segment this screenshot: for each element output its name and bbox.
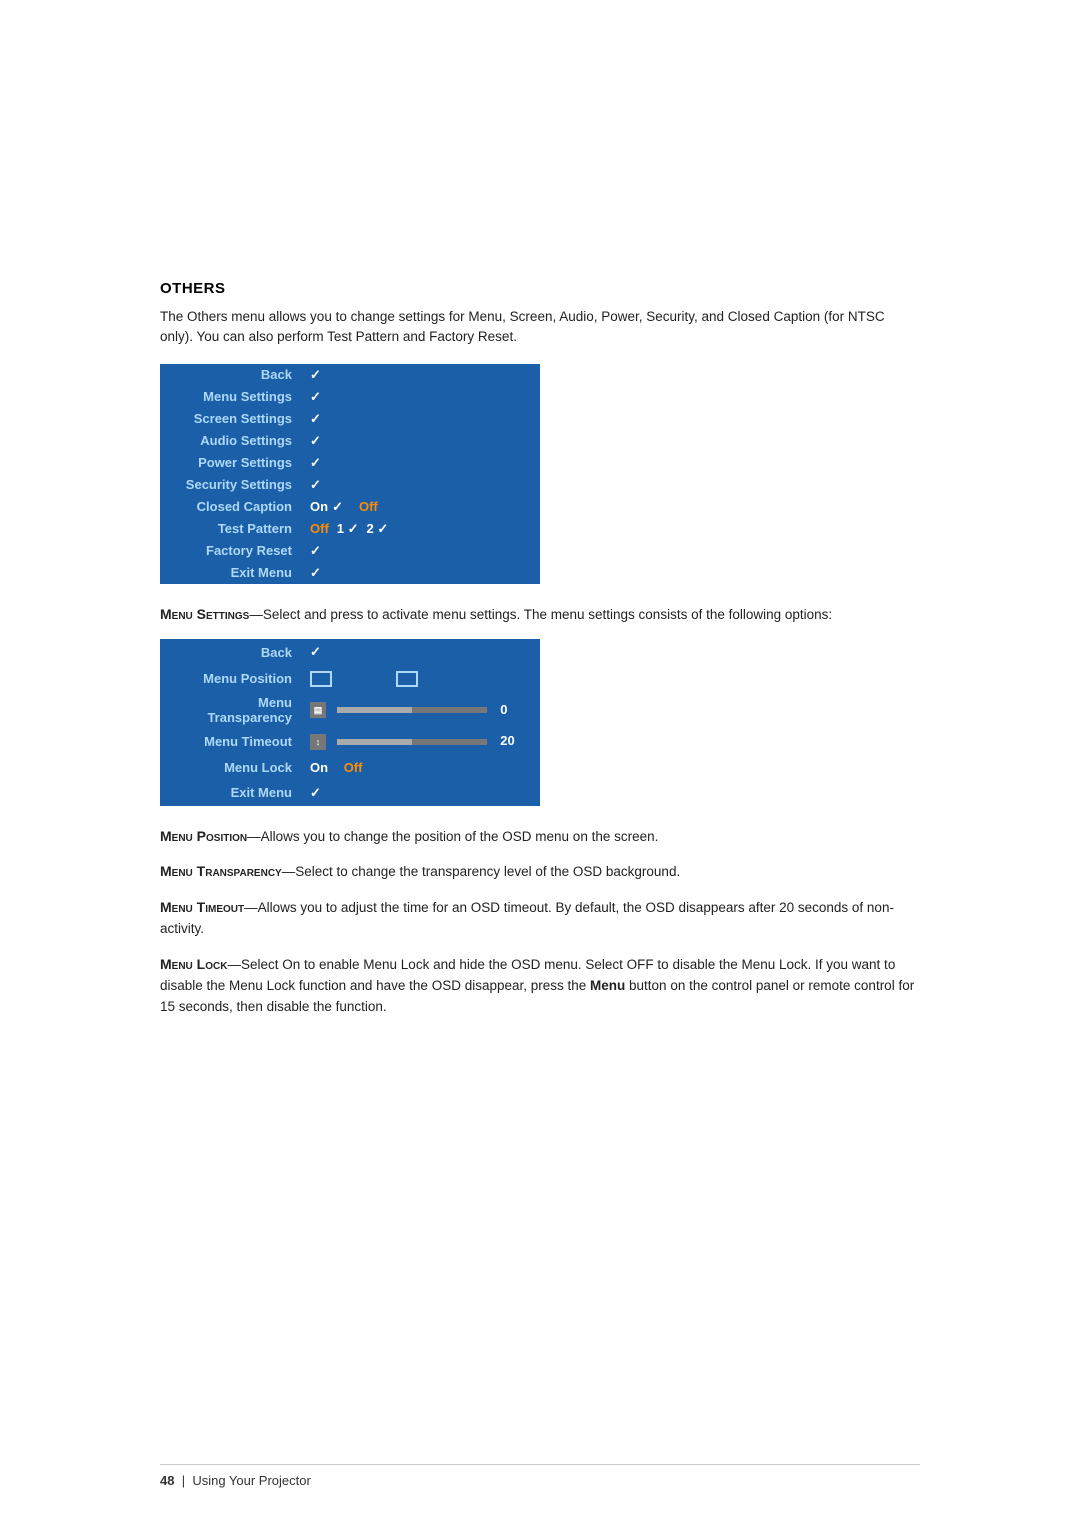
menu-settings-intro-text: —Select and press to activate menu setti… — [249, 607, 832, 622]
row-label: Test Pattern — [160, 518, 300, 540]
row-label: Security Settings — [160, 474, 300, 496]
desc-menu-transparency: Menu Transparency—Select to change the t… — [160, 861, 920, 883]
table-row: Menu Lock On Off — [160, 755, 540, 780]
row-label: Menu Lock — [160, 755, 300, 780]
term-menu-transparency: Menu Transparency — [160, 863, 282, 879]
text-menu-lock: —Select On to enable Menu Lock and hide … — [160, 957, 914, 1014]
text-menu-timeout: —Allows you to adjust the time for an OS… — [160, 900, 894, 936]
table-row: Audio Settings✓ — [160, 430, 540, 452]
footer-text: Using Your Projector — [192, 1473, 311, 1488]
row-value: ✓ — [300, 452, 540, 474]
row-value: On✓Off — [300, 496, 540, 518]
row-value: ✓ — [300, 474, 540, 496]
table-row: Exit Menu✓ — [160, 780, 540, 806]
table-row: Exit Menu✓ — [160, 562, 540, 584]
row-label: Audio Settings — [160, 430, 300, 452]
row-value: ✓ — [300, 364, 540, 386]
table-row: Closed CaptionOn✓Off — [160, 496, 540, 518]
menu-settings-intro-para: Menu Settings—Select and press to activa… — [160, 604, 920, 626]
row-label: Exit Menu — [160, 780, 300, 806]
table-row: Security Settings✓ — [160, 474, 540, 496]
table-row: Screen Settings✓ — [160, 408, 540, 430]
row-value: ✓ — [300, 780, 540, 806]
row-label: Menu Position — [160, 665, 300, 692]
section-title: Others — [160, 280, 920, 297]
page-number: 48 — [160, 1473, 174, 1488]
row-label: Menu Settings — [160, 386, 300, 408]
row-value: On Off — [300, 755, 540, 780]
row-value: Off1 ✓2 ✓ — [300, 518, 540, 540]
page-footer: 48 | Using Your Projector — [160, 1464, 920, 1488]
menu-settings-term: Menu Settings — [160, 606, 249, 622]
section-intro: The Others menu allows you to change set… — [160, 307, 920, 348]
menu-settings-table: Back✓Menu Position Menu Transparency ▤ 0… — [160, 639, 540, 805]
table-row: Menu Timeout ↕ 20 — [160, 728, 540, 755]
desc-menu-lock: Menu Lock—Select On to enable Menu Lock … — [160, 954, 920, 1018]
row-value — [300, 665, 540, 692]
row-label: Menu Timeout — [160, 728, 300, 755]
row-value: ✓ — [300, 408, 540, 430]
desc-menu-timeout: Menu Timeout—Allows you to adjust the ti… — [160, 897, 920, 940]
desc-menu-position: Menu Position—Allows you to change the p… — [160, 826, 920, 848]
footer-separator: | — [178, 1473, 192, 1488]
descriptions-container: Menu Position—Allows you to change the p… — [160, 826, 920, 1018]
row-label: Menu Transparency — [160, 692, 300, 728]
table-row: Factory Reset✓ — [160, 540, 540, 562]
table-row: Menu Transparency ▤ 0 — [160, 692, 540, 728]
row-label: Closed Caption — [160, 496, 300, 518]
row-label: Screen Settings — [160, 408, 300, 430]
row-value: ✓ — [300, 639, 540, 665]
term-menu-lock: Menu Lock — [160, 956, 227, 972]
row-label: Power Settings — [160, 452, 300, 474]
table-row: Back✓ — [160, 364, 540, 386]
table-row: Test PatternOff1 ✓2 ✓ — [160, 518, 540, 540]
row-label: Factory Reset — [160, 540, 300, 562]
row-value: ▤ 0 — [300, 692, 540, 728]
others-menu-table: Back✓Menu Settings✓Screen Settings✓Audio… — [160, 364, 540, 584]
table-row: Menu Settings✓ — [160, 386, 540, 408]
row-value: ✓ — [300, 562, 540, 584]
table-row: Back✓ — [160, 639, 540, 665]
row-value: ✓ — [300, 430, 540, 452]
row-value: ✓ — [300, 386, 540, 408]
term-menu-position: Menu Position — [160, 828, 247, 844]
text-menu-transparency: —Select to change the transparency level… — [282, 864, 680, 879]
page-content: Others The Others menu allows you to cha… — [0, 0, 1080, 1528]
table-row: Power Settings✓ — [160, 452, 540, 474]
row-label: Back — [160, 639, 300, 665]
row-label: Exit Menu — [160, 562, 300, 584]
row-label: Back — [160, 364, 300, 386]
row-value: ↕ 20 — [300, 728, 540, 755]
term-menu-timeout: Menu Timeout — [160, 899, 244, 915]
row-value: ✓ — [300, 540, 540, 562]
table-row: Menu Position — [160, 665, 540, 692]
text-menu-position: —Allows you to change the position of th… — [247, 829, 658, 844]
